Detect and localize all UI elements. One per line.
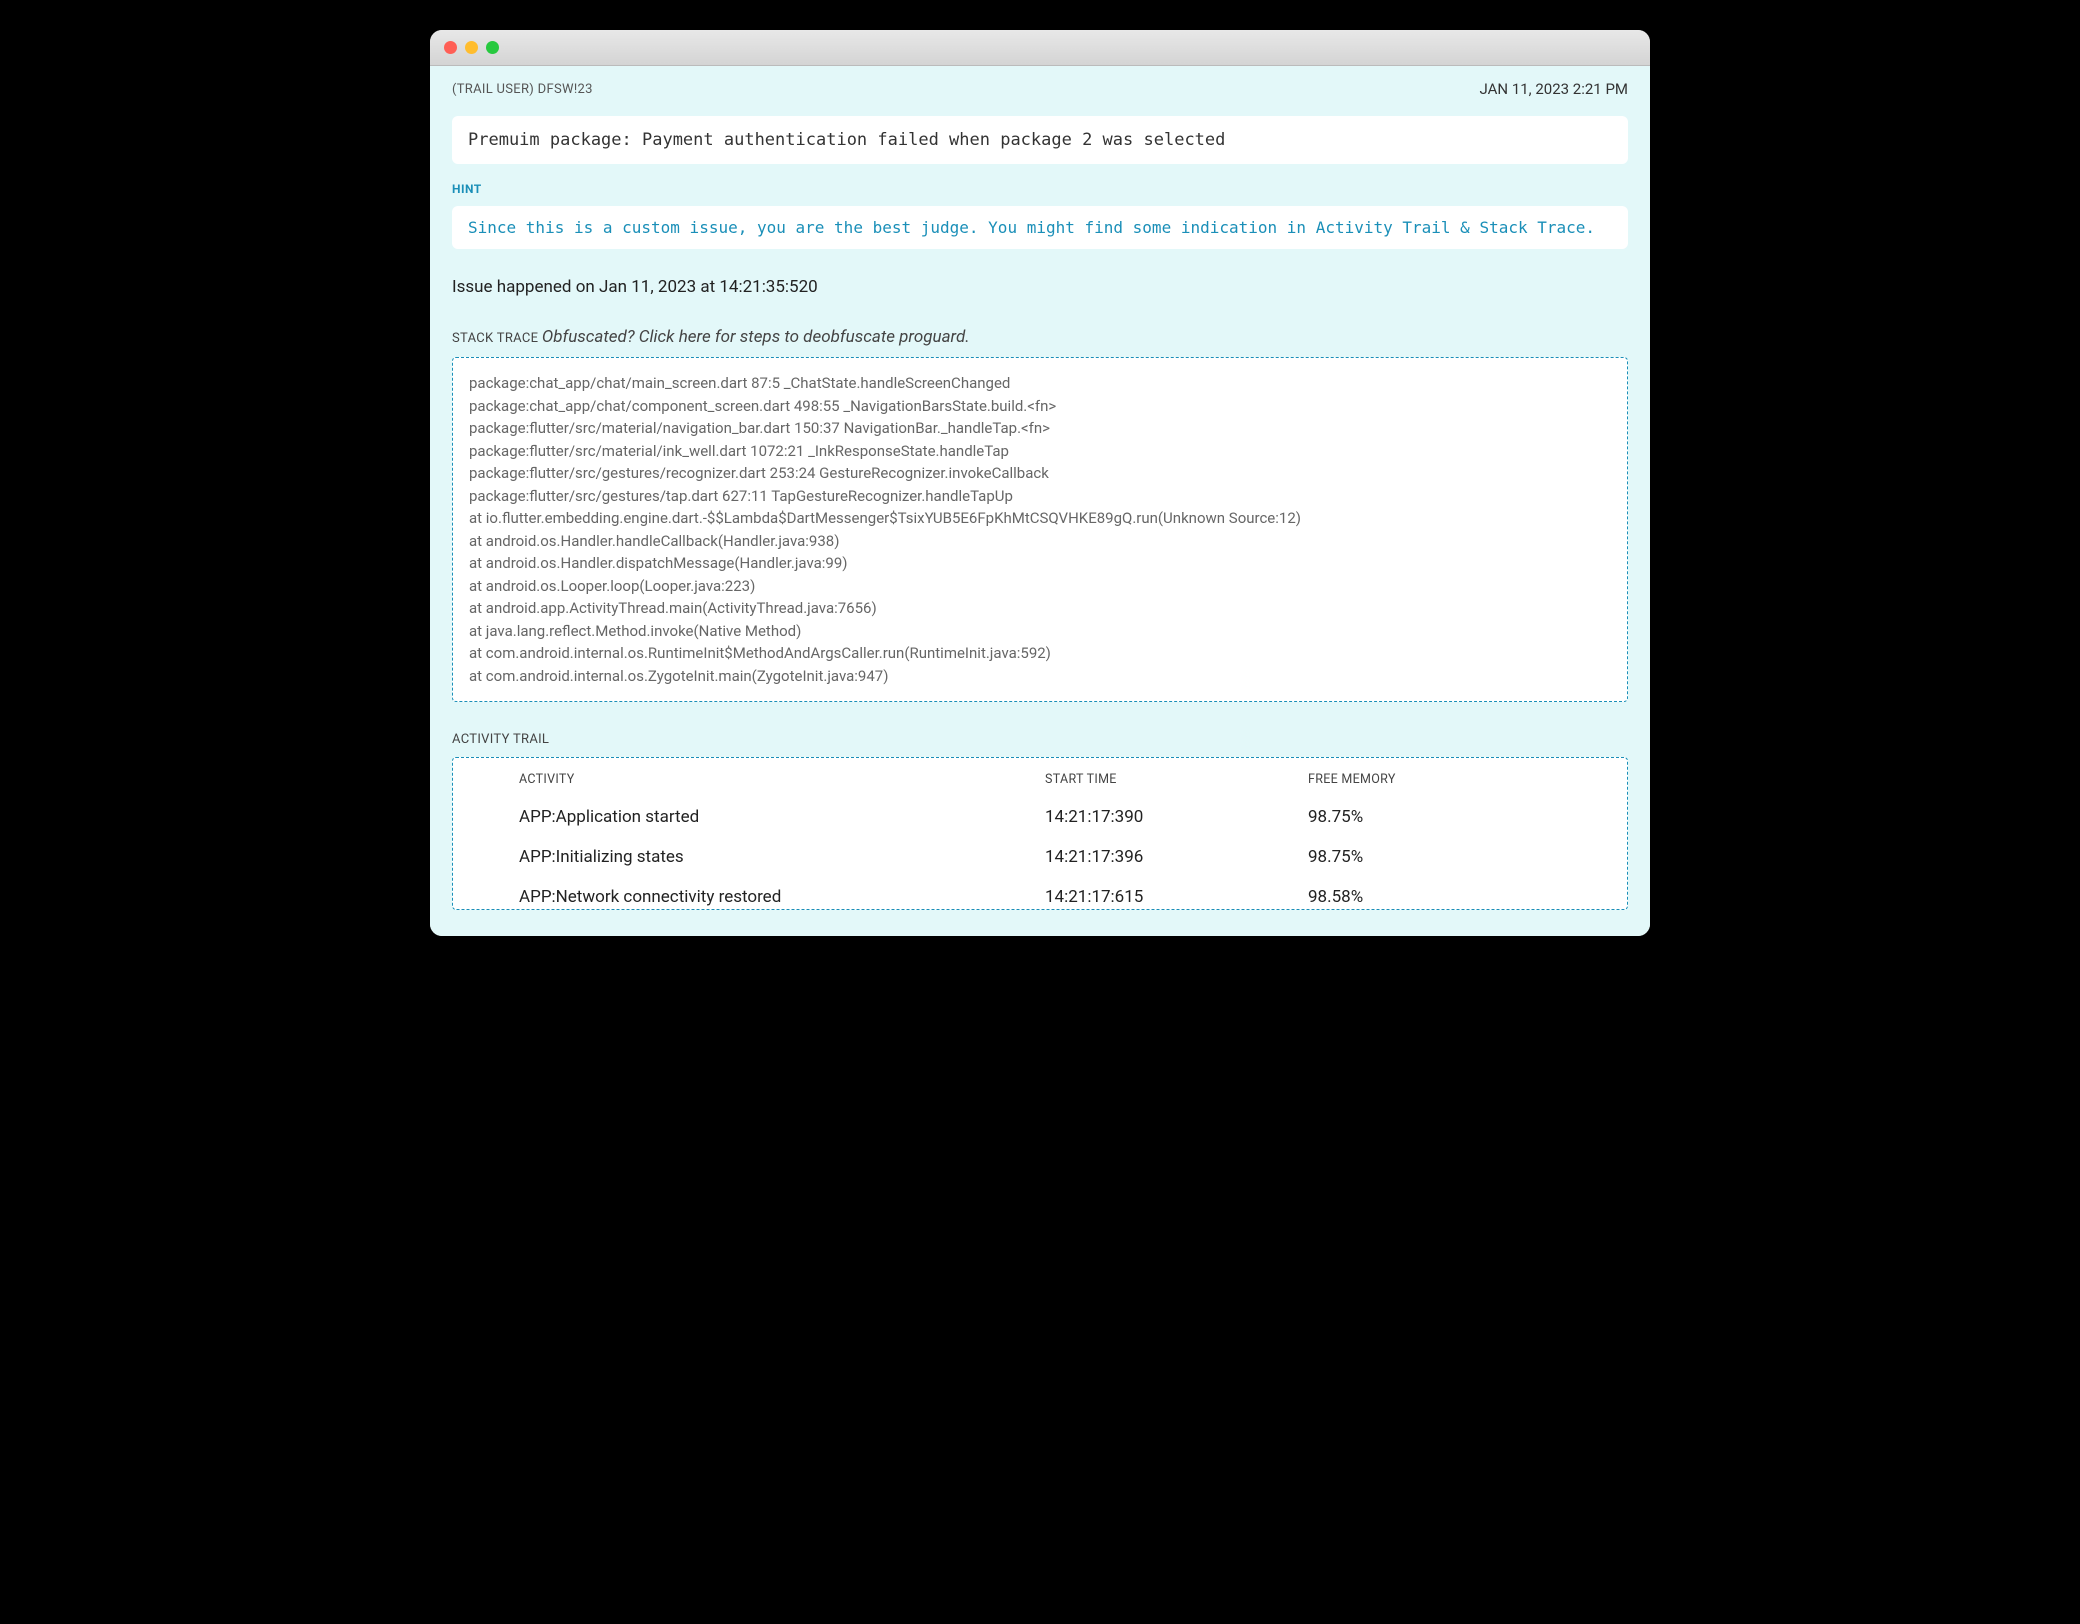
activity-cell-free-memory: 98.75% — [1308, 807, 1571, 827]
stack-trace-line: package:flutter/src/material/ink_well.da… — [469, 440, 1611, 463]
stack-trace-line: at android.os.Handler.dispatchMessage(Ha… — [469, 552, 1611, 575]
hint-label: HINT — [452, 182, 1628, 196]
activity-cell-activity: APP:Network connectivity restored — [519, 887, 1045, 907]
activity-cell-activity: APP:Application started — [519, 807, 1045, 827]
issue-time: Issue happened on Jan 11, 2023 at 14:21:… — [452, 277, 1628, 297]
col-activity: ACTIVITY — [519, 772, 1045, 787]
activity-cell-start-time: 14:21:17:615 — [1045, 887, 1308, 907]
activity-trail-label: ACTIVITY TRAIL — [452, 732, 1628, 747]
window-titlebar — [430, 30, 1650, 66]
stack-trace-line: package:flutter/src/gestures/recognizer.… — [469, 462, 1611, 485]
stack-trace-line: at com.android.internal.os.ZygoteInit.ma… — [469, 665, 1611, 688]
col-free-memory: FREE MEMORY — [1308, 772, 1571, 787]
activity-table: ACTIVITY START TIME FREE MEMORY APP:Appl… — [469, 768, 1611, 909]
col-start-time: START TIME — [1045, 772, 1308, 787]
activity-cell-start-time: 14:21:17:396 — [1045, 847, 1308, 867]
activity-table-header: ACTIVITY START TIME FREE MEMORY — [469, 768, 1611, 797]
stack-trace-label-row: STACK TRACE Obfuscated? Click here for s… — [452, 327, 1628, 347]
stack-trace-line: package:chat_app/chat/main_screen.dart 8… — [469, 372, 1611, 395]
maximize-icon[interactable] — [486, 41, 499, 54]
activity-trail-box: ACTIVITY START TIME FREE MEMORY APP:Appl… — [452, 757, 1628, 910]
stack-trace-line: at android.os.Handler.handleCallback(Han… — [469, 530, 1611, 553]
activity-cell-free-memory: 98.58% — [1308, 887, 1571, 907]
minimize-icon[interactable] — [465, 41, 478, 54]
stack-trace-line: package:flutter/src/material/navigation_… — [469, 417, 1611, 440]
hint-text: Since this is a custom issue, you are th… — [452, 206, 1628, 249]
user-label: (TRAIL USER) DFSW!23 — [452, 82, 593, 97]
stack-trace-line: at io.flutter.embedding.engine.dart.-$$L… — [469, 507, 1611, 530]
activity-cell-activity: APP:Initializing states — [519, 847, 1045, 867]
traffic-lights — [444, 41, 499, 54]
activity-cell-free-memory: 98.75% — [1308, 847, 1571, 867]
stack-trace-line: at android.os.Looper.loop(Looper.java:22… — [469, 575, 1611, 598]
stack-trace-line: package:chat_app/chat/component_screen.d… — [469, 395, 1611, 418]
header-row: (TRAIL USER) DFSW!23 JAN 11, 2023 2:21 P… — [452, 80, 1628, 98]
app-window: (TRAIL USER) DFSW!23 JAN 11, 2023 2:21 P… — [430, 30, 1650, 936]
activity-row: APP:Initializing states14:21:17:39698.75… — [469, 837, 1611, 877]
header-timestamp: JAN 11, 2023 2:21 PM — [1480, 80, 1629, 98]
deobfuscate-link[interactable]: Obfuscated? Click here for steps to deob… — [542, 327, 970, 347]
stack-trace-line: at com.android.internal.os.RuntimeInit$M… — [469, 642, 1611, 665]
close-icon[interactable] — [444, 41, 457, 54]
stack-trace-line: at java.lang.reflect.Method.invoke(Nativ… — [469, 620, 1611, 643]
activity-row: APP:Application started14:21:17:39098.75… — [469, 797, 1611, 837]
stack-trace-label: STACK TRACE — [452, 331, 538, 346]
activity-cell-start-time: 14:21:17:390 — [1045, 807, 1308, 827]
stack-trace-line: at android.app.ActivityThread.main(Activ… — [469, 597, 1611, 620]
issue-title: Premuim package: Payment authentication … — [452, 116, 1628, 164]
activity-row: APP:Network connectivity restored14:21:1… — [469, 877, 1611, 909]
stack-trace-line: package:flutter/src/gestures/tap.dart 62… — [469, 485, 1611, 508]
stack-trace-box: package:chat_app/chat/main_screen.dart 8… — [452, 357, 1628, 702]
content-area: (TRAIL USER) DFSW!23 JAN 11, 2023 2:21 P… — [430, 66, 1650, 936]
